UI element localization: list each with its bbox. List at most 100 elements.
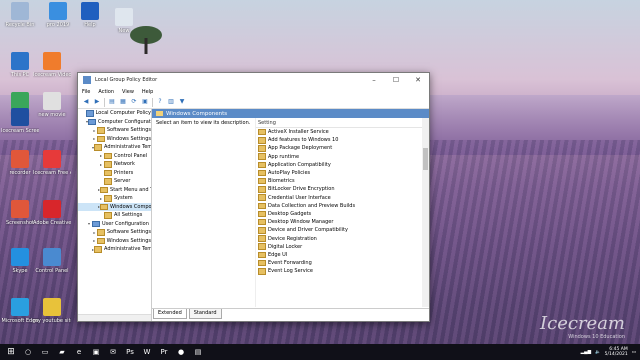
- settings-list-item[interactable]: Add features to Windows 10: [256, 136, 429, 144]
- details-header-title: Windows Components: [166, 110, 228, 117]
- folder-icon: [258, 268, 266, 275]
- desktop-icon[interactable]: Icecream Video Editor: [33, 52, 71, 78]
- desktop-icon-label: Help: [84, 22, 96, 28]
- tree-item[interactable]: ▸ Software Settings: [78, 126, 151, 135]
- desktop-icon-label: Icecream Free Analytics: [33, 170, 71, 176]
- policy-icon[interactable]: ▤: [191, 345, 205, 359]
- desktop-icon[interactable]: Help: [71, 2, 109, 28]
- forward-arrow-icon[interactable]: ▶: [93, 98, 101, 106]
- tree-item[interactable]: ▸Windows Components: [78, 202, 151, 211]
- settings-list-item[interactable]: Application Compatibility: [256, 161, 429, 169]
- tree-item[interactable]: ▸Administrative Templates: [78, 245, 151, 254]
- tree-item[interactable]: ▾Computer Configuration: [78, 118, 151, 127]
- folder-icon: [94, 144, 103, 151]
- tree-item[interactable]: ▸ Control Panel: [78, 152, 151, 161]
- recorder-icon[interactable]: ●: [174, 345, 188, 359]
- settings-item-label: Desktop Gadgets: [268, 210, 312, 217]
- desktop-icon[interactable]: new movie: [33, 92, 71, 118]
- tree-item[interactable]: ▾Administrative Templates: [78, 143, 151, 152]
- settings-list-item[interactable]: App Package Deployment: [256, 144, 429, 152]
- back-arrow-icon[interactable]: ◀: [82, 98, 90, 106]
- tree-item[interactable]: ▸ Windows Settings: [78, 135, 151, 144]
- tree-horizontal-scrollbar[interactable]: [78, 314, 151, 321]
- tree-item[interactable]: ▸ Network: [78, 160, 151, 169]
- settings-item-label: Data Collection and Preview Builds: [268, 202, 356, 209]
- tree-item[interactable]: ▸ System: [78, 194, 151, 203]
- desktop-icon[interactable]: my youtube site video 1 video: [33, 298, 71, 324]
- volume-icon[interactable]: 🔈: [595, 350, 601, 355]
- help-icon[interactable]: ?: [156, 98, 164, 106]
- tree-item[interactable]: ▸ Software Settings: [78, 228, 151, 237]
- filter-icon[interactable]: ▼: [178, 98, 186, 106]
- policy-icon: [88, 118, 97, 125]
- premiere-icon[interactable]: Pr: [157, 345, 171, 359]
- menu-help[interactable]: Help: [142, 89, 153, 95]
- vertical-scrollbar[interactable]: [422, 118, 429, 307]
- refresh-icon[interactable]: ⟳: [130, 98, 138, 106]
- clock[interactable]: 6:45 AM 5/14/2021: [605, 347, 628, 357]
- tree-item[interactable]: ▸ Windows Settings: [78, 237, 151, 246]
- start-icon[interactable]: ⊞: [4, 345, 18, 359]
- tree-item[interactable]: Local Computer Policy: [78, 109, 151, 118]
- settings-list-item[interactable]: App runtime: [256, 153, 429, 161]
- desktop-icon[interactable]: Icecream Free Analytics: [33, 150, 71, 176]
- maximize-button[interactable]: ☐: [385, 73, 407, 87]
- settings-list-item[interactable]: Device Registration: [256, 234, 429, 242]
- folder-icon: [258, 161, 266, 169]
- details-header: Windows Components: [152, 109, 429, 118]
- settings-list-item[interactable]: Edge UI: [256, 251, 429, 259]
- settings-list-item[interactable]: Event Forwarding: [256, 259, 429, 267]
- settings-list-item[interactable]: ActiveX Installer Service: [256, 128, 429, 136]
- window-title: Local Group Policy Editor: [95, 77, 158, 83]
- settings-list-item[interactable]: AutoPlay Policies: [256, 169, 429, 177]
- minimize-button[interactable]: –: [363, 73, 385, 87]
- tree-item[interactable]: ▸Start Menu and Taskbar: [78, 186, 151, 195]
- settings-list-item[interactable]: Event Log Service: [256, 267, 429, 275]
- menu-view[interactable]: View: [122, 89, 134, 95]
- tab-extended[interactable]: Extended: [153, 309, 187, 319]
- folder-icon: [258, 218, 266, 226]
- settings-list-item[interactable]: BitLocker Drive Encryption: [256, 185, 429, 193]
- export-list-icon[interactable]: ▣: [141, 98, 149, 106]
- settings-list-item[interactable]: Data Collection and Preview Builds: [256, 202, 429, 210]
- tab-standard[interactable]: Standard: [188, 309, 222, 319]
- photoshop-icon[interactable]: Ps: [123, 345, 137, 359]
- tree-item[interactable]: Server: [78, 177, 151, 186]
- tree-pane: Local Computer Policy ▾ Computer Configura…: [78, 109, 152, 321]
- title-bar[interactable]: Local Group Policy Editor – ☐ ✕: [78, 73, 429, 87]
- tree-item[interactable]: ▾ User Configuration: [78, 220, 151, 229]
- folder-icon: [258, 251, 266, 259]
- show-hide-tree-icon[interactable]: ▦: [119, 98, 127, 106]
- settings-list-item[interactable]: Digital Locker: [256, 243, 429, 251]
- tree-item[interactable]: Printers: [78, 169, 151, 178]
- search-icon[interactable]: ○: [21, 345, 35, 359]
- settings-list-item[interactable]: Credential User Interface: [256, 194, 429, 202]
- scrollbar-thumb[interactable]: [423, 148, 428, 170]
- desktop-icon[interactable]: New: [105, 8, 143, 34]
- settings-list-item[interactable]: Device and Driver Compatibility: [256, 226, 429, 234]
- tree-item-label: All Settings: [114, 212, 143, 219]
- notifications-icon[interactable]: ▭: [632, 350, 636, 355]
- menu-file[interactable]: File: [82, 89, 90, 95]
- file-explorer-icon[interactable]: ▰: [55, 345, 69, 359]
- menu-action[interactable]: Action: [98, 89, 114, 95]
- column-header-setting[interactable]: Setting: [256, 118, 429, 128]
- tree-item[interactable]: All Settings: [78, 211, 151, 220]
- settings-list-item[interactable]: Biometrics: [256, 177, 429, 185]
- word-icon[interactable]: W: [140, 345, 154, 359]
- settings-list-item[interactable]: Desktop Window Manager: [256, 218, 429, 226]
- properties-icon[interactable]: ▥: [167, 98, 175, 106]
- store-icon[interactable]: ▣: [89, 345, 103, 359]
- close-button[interactable]: ✕: [407, 73, 429, 87]
- settings-list-item[interactable]: Desktop Gadgets: [256, 210, 429, 218]
- network-icon[interactable]: ▂▄▆: [581, 350, 591, 355]
- desktop-icon[interactable]: Recycle Bin: [1, 2, 39, 28]
- desktop-icon[interactable]: Adobe Creative Cloud: [33, 200, 71, 226]
- up-folder-icon[interactable]: ▤: [108, 98, 116, 106]
- folder-icon: [96, 237, 105, 244]
- desktop-icon[interactable]: Control Panel: [33, 248, 71, 274]
- task-view-icon[interactable]: ▭: [38, 345, 52, 359]
- edge-icon[interactable]: e: [72, 345, 86, 359]
- mail-icon[interactable]: ✉: [106, 345, 120, 359]
- folder-icon: [104, 178, 112, 185]
